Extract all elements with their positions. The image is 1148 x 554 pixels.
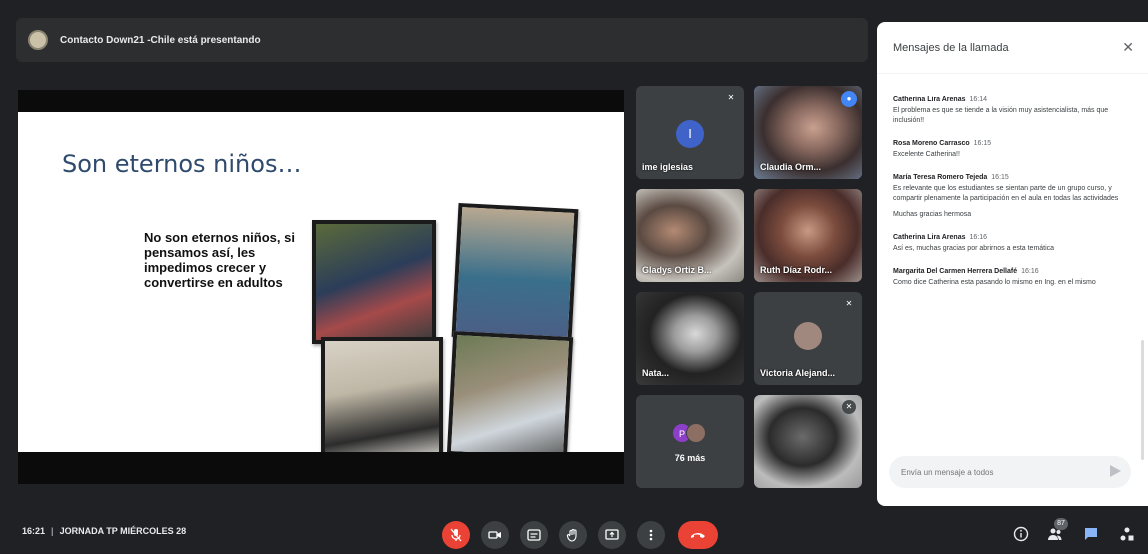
- meeting-info: 16:21 | JORNADA TP MIÉRCOLES 28: [22, 526, 187, 536]
- bottom-bar: 16:21 | JORNADA TP MIÉRCOLES 28 87: [0, 512, 1148, 554]
- chat-message-input[interactable]: [901, 467, 1101, 477]
- chat-input-box[interactable]: [889, 456, 1131, 488]
- meeting-time: 16:21: [22, 526, 46, 536]
- chat-message: Catherina Lira Arenas 16:14 El problema e…: [893, 96, 1129, 126]
- chat-panel: Mensajes de la llamada ✕ Catherina Lira …: [877, 22, 1148, 506]
- message-text: Así es, muchas gracias por abrirnos a es…: [893, 245, 1055, 252]
- send-icon[interactable]: [1110, 465, 1121, 477]
- message-text: Como dice Catherina esta pasando lo mism…: [893, 279, 1096, 286]
- participant-avatar: [794, 322, 822, 350]
- participants-count-badge: 87: [1054, 518, 1068, 530]
- chat-title: Mensajes de la llamada: [893, 41, 1009, 54]
- participant-name: Ruth Díaz Rodr...: [760, 265, 832, 275]
- presenting-text: Contacto Down21 -Chile está presentando: [60, 34, 261, 46]
- more-participants-label: 76 más: [674, 453, 706, 463]
- message-text: Excelente Catherina!!: [893, 151, 960, 158]
- present-screen-button[interactable]: [598, 521, 626, 549]
- message-time: 16:15: [973, 140, 992, 147]
- captions-button[interactable]: [520, 521, 548, 549]
- chat-scrollbar[interactable]: [1141, 340, 1144, 460]
- close-icon[interactable]: ✕: [1122, 39, 1134, 56]
- message-time: 16:16: [1021, 268, 1039, 275]
- participant-tile[interactable]: I ✕ ime iglesias: [636, 86, 744, 179]
- more-options-icon[interactable]: [637, 521, 665, 549]
- mic-off-icon: ✕: [724, 91, 738, 105]
- participant-name: Gladys Ortiz B...: [642, 265, 712, 275]
- microphone-off-button[interactable]: [442, 521, 470, 549]
- participant-tile[interactable]: ✕: [754, 395, 862, 488]
- slide-photo-study: [446, 330, 574, 452]
- slide-title: Son eternos niños…: [62, 150, 302, 178]
- chat-header: Mensajes de la llamada: [877, 22, 1148, 74]
- message-author: María Teresa Romero Tejeda: [893, 174, 988, 181]
- participant-tile[interactable]: Ruth Díaz Rodr...: [754, 189, 862, 282]
- participant-name: Nata...: [642, 368, 670, 378]
- chat-message: María Teresa Romero Tejeda 16:15 Es relev…: [893, 174, 1129, 220]
- message-time: 16:15: [991, 174, 1009, 181]
- more-participants-tile[interactable]: P 76 más: [636, 395, 744, 488]
- participant-tile[interactable]: Gladys Ortiz B...: [636, 189, 744, 282]
- message-text: El problema es que se tiende a la visión…: [893, 107, 1109, 124]
- chat-icon[interactable]: [1082, 526, 1100, 544]
- participant-tile[interactable]: ✕ Victoria Alejand...: [754, 292, 862, 385]
- hang-up-button[interactable]: [678, 521, 718, 549]
- message-author: Catherina Lira Arenas: [893, 96, 966, 103]
- speaking-icon: ●: [841, 91, 857, 107]
- participant-avatar: I: [676, 120, 704, 148]
- mic-off-icon: ✕: [842, 297, 856, 311]
- chat-message: Catherina Lira Arenas 16:16 Así es, mucha…: [893, 234, 1129, 254]
- message-text: Es relevante que los estudiantes se sien…: [893, 185, 1119, 202]
- chat-message: Rosa Moreno Carrasco 16:15 Excelente Cath…: [893, 140, 1129, 160]
- slide-body: No son eternos niños, si pensamos así, l…: [144, 230, 295, 290]
- presenting-banner: Contacto Down21 -Chile está presentando: [16, 18, 868, 62]
- meeting-title: JORNADA TP MIÉRCOLES 28: [59, 526, 187, 536]
- slide-photo-wedding: [321, 337, 443, 452]
- message-author: Catherina Lira Arenas: [893, 234, 966, 241]
- slide-photo-group: [312, 220, 436, 344]
- participant-name: Claudia Orm...: [760, 162, 822, 172]
- participant-name: ime iglesias: [642, 162, 694, 172]
- message-author: Rosa Moreno Carrasco: [893, 140, 970, 147]
- slide: Son eternos niños… No son eternos niños,…: [18, 112, 624, 452]
- chat-message: Margarita Del Carmen Herrera Dellafé 16:1…: [893, 268, 1129, 288]
- message-author: Margarita Del Carmen Herrera Dellafé: [893, 268, 1018, 275]
- presenter-avatar: [28, 30, 48, 50]
- chat-message-list[interactable]: Catherina Lira Arenas 16:14 El problema e…: [877, 96, 1139, 452]
- participant-tile[interactable]: ● Claudia Orm...: [754, 86, 862, 179]
- participant-name: Victoria Alejand...: [760, 368, 836, 378]
- participant-avatar: [686, 423, 706, 443]
- more-participants-avatars: P: [672, 423, 708, 445]
- presentation-frame[interactable]: Son eternos niños… No son eternos niños,…: [18, 90, 624, 484]
- mic-off-icon: ✕: [842, 400, 856, 414]
- camera-button[interactable]: [481, 521, 509, 549]
- message-time: 16:16: [969, 234, 988, 241]
- activities-icon[interactable]: [1118, 526, 1136, 544]
- message-text: Muchas gracias hermosa: [893, 211, 972, 218]
- participant-tile[interactable]: Nata...: [636, 292, 744, 385]
- slide-photo-family: [451, 202, 579, 344]
- message-time: 16:14: [969, 96, 988, 103]
- meeting-details-icon[interactable]: [1012, 526, 1030, 544]
- raise-hand-button[interactable]: [559, 521, 587, 549]
